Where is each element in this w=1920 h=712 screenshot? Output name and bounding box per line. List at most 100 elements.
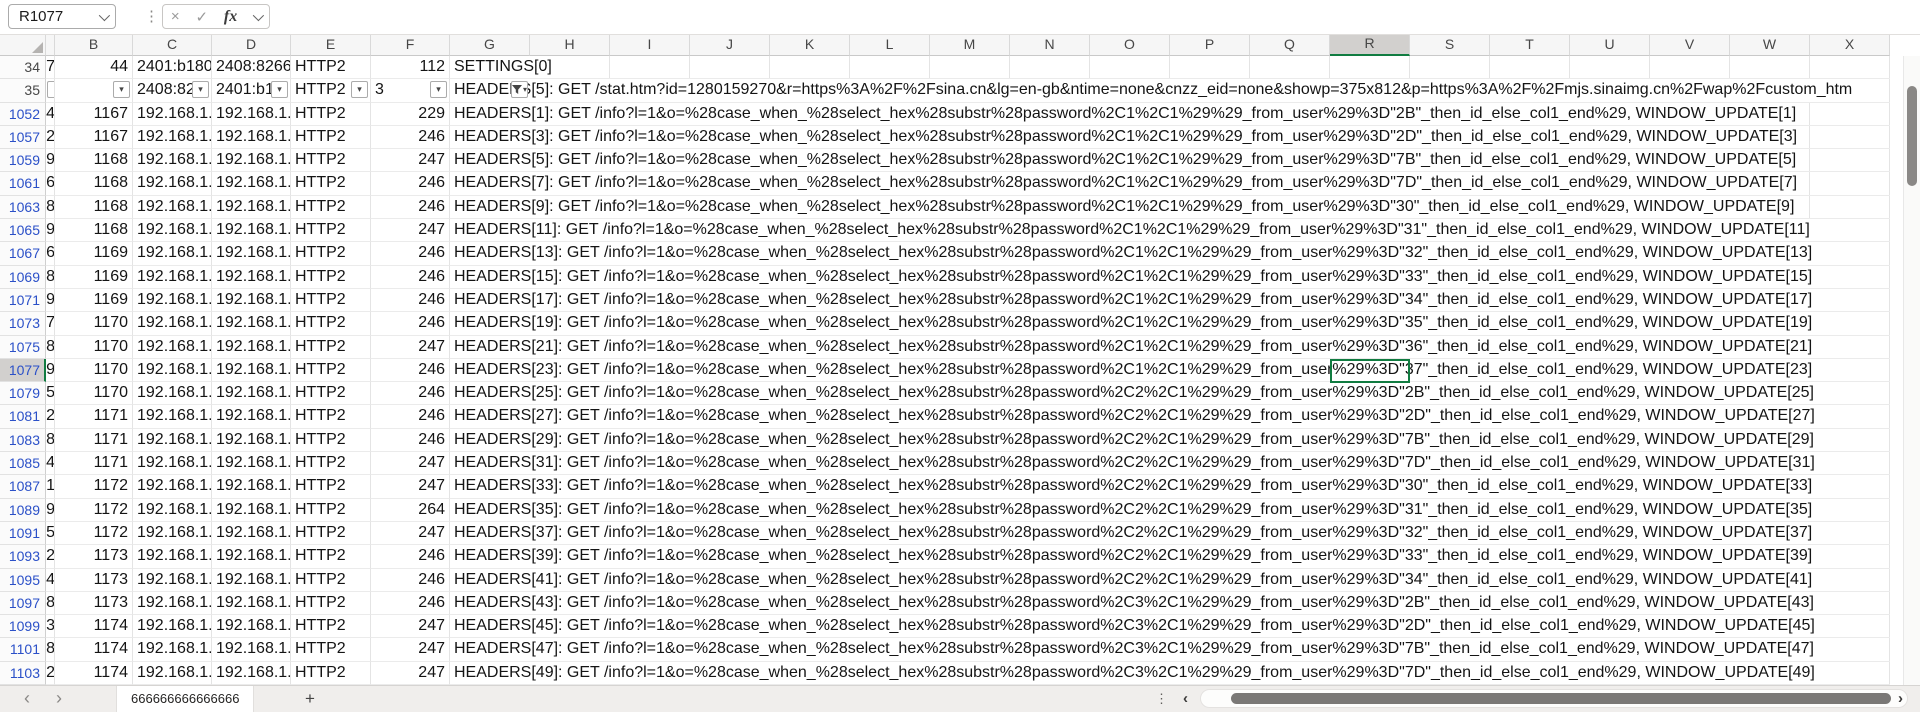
- cell[interactable]: HEADERS[39]: GET /info?l=1&o=%28case_whe…: [450, 545, 1890, 569]
- cell[interactable]: 1168: [55, 219, 133, 243]
- cell[interactable]: HTTP2: [291, 195, 371, 220]
- column-header-T[interactable]: T: [1490, 34, 1570, 56]
- cell[interactable]: HTTP2: [291, 405, 371, 429]
- cell[interactable]: 1173: [55, 568, 133, 592]
- row-header[interactable]: 1067: [0, 242, 46, 266]
- cell[interactable]: HTTP2: [291, 242, 371, 266]
- cell[interactable]: 192.168.1.: [212, 428, 291, 453]
- cell[interactable]: 192.168.1.: [212, 288, 291, 313]
- cell[interactable]: 3 ▾: [371, 79, 450, 103]
- cell[interactable]: 192.168.1.: [133, 242, 212, 266]
- cell[interactable]: 2408:82 ▾: [133, 79, 212, 103]
- cell[interactable]: 264: [371, 498, 450, 522]
- cell[interactable]: 1168: [55, 195, 133, 220]
- cell[interactable]: 7: [46, 312, 55, 336]
- cell[interactable]: 192.168.1.: [212, 125, 291, 150]
- cell[interactable]: HEADERS[17]: GET /info?l=1&o=%28case_whe…: [450, 288, 1890, 313]
- kebab-icon[interactable]: ⋮: [144, 8, 159, 25]
- horizontal-scrollbar[interactable]: ›: [1200, 689, 1908, 708]
- filter-funnel-icon[interactable]: ▾: [511, 81, 528, 99]
- cell[interactable]: 192.168.1.: [133, 102, 212, 126]
- cell[interactable]: HTTP2: [291, 568, 371, 592]
- cell[interactable]: 192.168.1.: [133, 219, 212, 243]
- cell[interactable]: 247: [371, 149, 450, 173]
- cell[interactable]: 192.168.1.: [133, 615, 212, 639]
- filter-dropdown-icon[interactable]: ▾: [430, 81, 447, 99]
- cell[interactable]: HEADERS[1]: GET /info?l=1&o=%28case_when…: [450, 102, 1890, 126]
- formula-bar-input[interactable]: [282, 5, 1908, 29]
- vertical-scrollbar-thumb[interactable]: [1907, 86, 1917, 186]
- cell[interactable]: HEADERS[49]: GET /info?l=1&o=%28case_whe…: [450, 661, 1890, 685]
- kebab-icon[interactable]: ⋮: [1155, 691, 1168, 707]
- column-header-W[interactable]: W: [1730, 34, 1810, 56]
- cell[interactable]: HEADERS[19]: GET /info?l=1&o=%28case_whe…: [450, 312, 1890, 336]
- cell[interactable]: HEADERS[9]: GET /info?l=1&o=%28case_when…: [450, 195, 1890, 220]
- cell[interactable]: 192.168.1.: [212, 382, 291, 406]
- fx-icon[interactable]: fx: [224, 8, 237, 26]
- cell[interactable]: 246: [371, 195, 450, 220]
- cell[interactable]: 246: [371, 545, 450, 569]
- cell[interactable]: 1174: [55, 638, 133, 662]
- column-header-I[interactable]: I: [610, 34, 690, 56]
- cell[interactable]: 192.168.1.: [212, 521, 291, 546]
- row-header[interactable]: 1093: [0, 545, 46, 569]
- chevron-down-icon[interactable]: [252, 9, 265, 21]
- cell[interactable]: 192.168.1.: [133, 125, 212, 150]
- vertical-scrollbar[interactable]: [1903, 56, 1920, 685]
- column-header-D[interactable]: D: [212, 34, 291, 56]
- row-header[interactable]: 1052: [0, 102, 46, 126]
- cell[interactable]: 1169: [55, 265, 133, 289]
- cell[interactable]: 246: [371, 405, 450, 429]
- cell[interactable]: 246: [371, 125, 450, 150]
- cell[interactable]: 1172: [55, 475, 133, 499]
- cell[interactable]: 192.168.1.: [133, 149, 212, 173]
- cell[interactable]: 8: [46, 591, 55, 616]
- cell[interactable]: 5: [46, 521, 55, 546]
- cell[interactable]: [46, 79, 55, 103]
- cell[interactable]: 192.168.1.: [133, 568, 212, 592]
- cell[interactable]: HTTP2: [291, 545, 371, 569]
- cell[interactable]: 9: [46, 288, 55, 313]
- cell[interactable]: 192.168.1.: [133, 312, 212, 336]
- cell[interactable]: HEADERS[37]: GET /info?l=1&o=%28case_whe…: [450, 521, 1890, 546]
- cell[interactable]: 192.168.1.: [133, 288, 212, 313]
- cell[interactable]: 247: [371, 475, 450, 499]
- cell[interactable]: 246: [371, 312, 450, 336]
- cell[interactable]: HEADERS[27]: GET /info?l=1&o=%28case_whe…: [450, 405, 1890, 429]
- cell[interactable]: 229: [371, 102, 450, 126]
- cell[interactable]: SETTINGS[0]: [450, 56, 1890, 80]
- cell[interactable]: 192.168.1.: [212, 102, 291, 126]
- cell[interactable]: 192.168.1.: [133, 382, 212, 406]
- cell[interactable]: 8: [46, 638, 55, 662]
- row-header[interactable]: 1073: [0, 312, 46, 336]
- column-header-J[interactable]: J: [690, 34, 770, 56]
- row-header[interactable]: 1071: [0, 288, 46, 313]
- cell[interactable]: 8: [46, 265, 55, 289]
- cell[interactable]: 247: [371, 661, 450, 685]
- cell[interactable]: 1173: [55, 591, 133, 616]
- cell[interactable]: 9: [46, 219, 55, 243]
- row-header[interactable]: 1061: [0, 172, 46, 196]
- cell[interactable]: 9: [46, 358, 55, 383]
- cell[interactable]: 246: [371, 358, 450, 383]
- cell[interactable]: 192.168.1.: [133, 428, 212, 453]
- column-header-V[interactable]: V: [1650, 34, 1730, 56]
- cell[interactable]: 192.168.1.: [212, 265, 291, 289]
- cell[interactable]: 246: [371, 428, 450, 453]
- cell[interactable]: 1: [46, 475, 55, 499]
- row-header[interactable]: 1099: [0, 615, 46, 639]
- cell[interactable]: HTTP2: [291, 452, 371, 476]
- cell[interactable]: 247: [371, 521, 450, 546]
- column-header-Q[interactable]: Q: [1250, 34, 1330, 56]
- column-header-M[interactable]: M: [930, 34, 1010, 56]
- column-header-X[interactable]: X: [1810, 34, 1890, 56]
- row-header[interactable]: 1059: [0, 149, 46, 173]
- cell[interactable]: HTTP2: [291, 265, 371, 289]
- cell[interactable]: 192.168.1.: [133, 661, 212, 685]
- column-header-S[interactable]: S: [1410, 34, 1490, 56]
- cell[interactable]: 1171: [55, 428, 133, 453]
- cell[interactable]: 247: [371, 452, 450, 476]
- cell[interactable]: 4: [46, 452, 55, 476]
- cell[interactable]: 247: [371, 615, 450, 639]
- cell[interactable]: HEADERS[7]: GET /info?l=1&o=%28case_when…: [450, 172, 1890, 196]
